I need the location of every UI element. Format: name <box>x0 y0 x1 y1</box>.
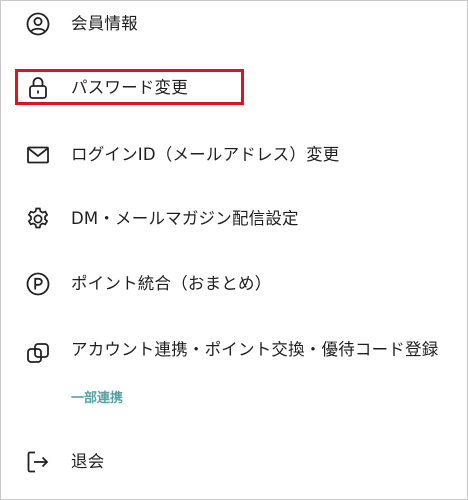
highlight-box <box>15 69 244 105</box>
link-accounts-icon <box>25 340 51 366</box>
mail-icon <box>25 142 51 168</box>
menu-item-sublabel: 一部連携 <box>71 391 124 406</box>
menu-panel: 会員情報 パスワード変更 ログインID（メールアドレス）変更 DM・メールマガジ… <box>0 0 468 500</box>
menu-item-login-id-change[interactable]: ログインID（メールアドレス）変更 <box>1 142 468 172</box>
menu-item-label: 会員情報 <box>71 14 138 33</box>
menu-item-member-info[interactable]: 会員情報 <box>1 11 468 41</box>
menu-item-label: ポイント統合（おまとめ） <box>71 274 272 293</box>
user-circle-icon <box>25 11 51 37</box>
menu-item-label: 退会 <box>71 452 105 471</box>
menu-item-withdraw[interactable]: 退会 <box>1 449 468 479</box>
menu-item-point-merge[interactable]: ポイント統合（おまとめ） <box>1 271 468 301</box>
menu-item-account-link[interactable]: アカウント連携・ポイント交換・優待コード登録 一部連携 <box>1 336 468 416</box>
menu-item-label: DM・メールマガジン配信設定 <box>71 209 299 228</box>
gear-icon <box>25 206 51 232</box>
menu-item-label: アカウント連携・ポイント交換・優待コード登録 <box>71 340 439 359</box>
menu-item-label: ログインID（メールアドレス）変更 <box>71 145 340 164</box>
menu-item-dm-settings[interactable]: DM・メールマガジン配信設定 <box>1 206 468 236</box>
point-p-icon <box>25 271 51 297</box>
logout-icon <box>25 449 51 475</box>
